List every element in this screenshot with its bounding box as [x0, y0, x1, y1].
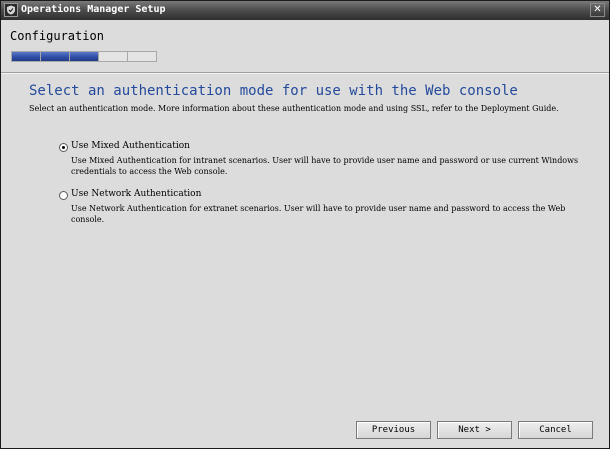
network-authentication-radio[interactable] [59, 191, 68, 200]
header-divider [1, 72, 609, 74]
previous-button[interactable]: Previous [356, 421, 431, 439]
setup-window: Operations Manager Setup ✕ Configuration… [0, 0, 610, 449]
progress-segment [70, 52, 99, 61]
intro-text: Select an authentication mode. More info… [29, 104, 559, 113]
progress-segment [41, 52, 70, 61]
title-bar[interactable]: Operations Manager Setup ✕ [1, 1, 609, 20]
window-title: Operations Manager Setup [21, 4, 166, 15]
mixed-authentication-label[interactable]: Use Mixed Authentication [71, 141, 190, 151]
button-bar: Previous Next > Cancel [1, 421, 609, 441]
mixed-authentication-description: Use Mixed Authentication for intranet sc… [71, 156, 579, 176]
next-button[interactable]: Next > [437, 421, 512, 439]
progress-segment [12, 52, 41, 61]
close-icon[interactable]: ✕ [590, 3, 605, 17]
wizard-header: Configuration [1, 20, 609, 73]
setup-shield-icon [4, 3, 18, 17]
progress-segment [128, 52, 156, 61]
progress-bar [11, 51, 157, 62]
page-title: Configuration [10, 29, 104, 43]
progress-segment [99, 52, 128, 61]
network-authentication-label[interactable]: Use Network Authentication [71, 189, 201, 199]
main-content: Select an authentication mode for use wi… [1, 75, 609, 405]
section-heading: Select an authentication mode for use wi… [29, 83, 518, 99]
network-authentication-description: Use Network Authentication for extranet … [71, 204, 566, 224]
cancel-button[interactable]: Cancel [518, 421, 593, 439]
mixed-authentication-radio[interactable] [59, 143, 68, 152]
